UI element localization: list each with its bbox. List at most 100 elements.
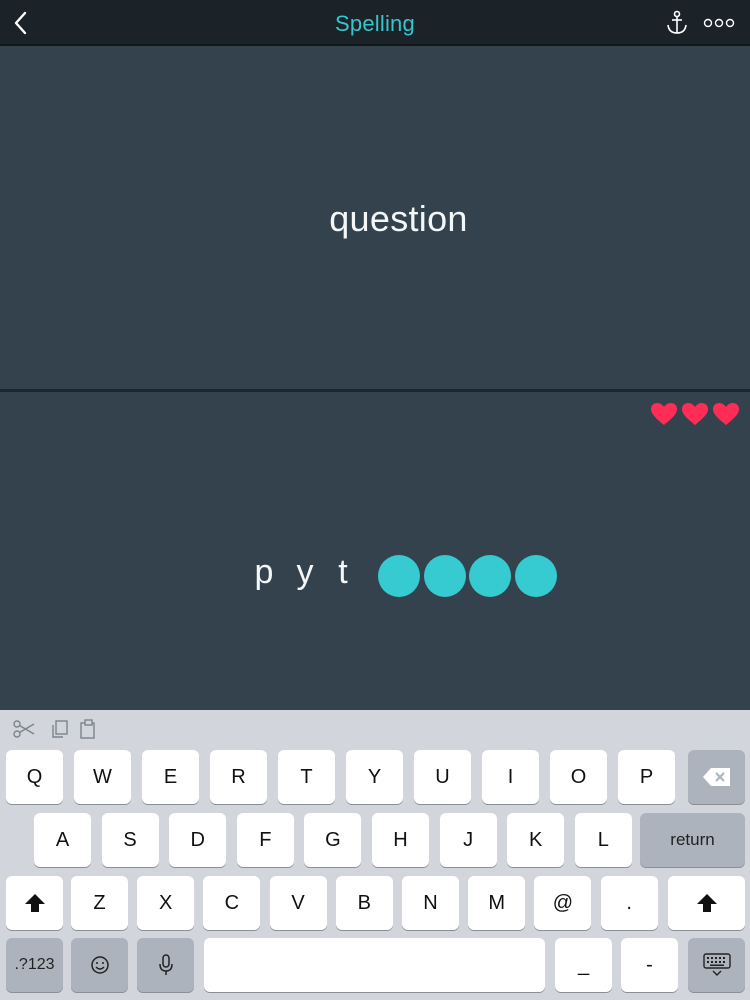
key-label: . (626, 891, 632, 914)
key-label: N (423, 891, 438, 914)
backspace-key[interactable] (688, 750, 745, 804)
key-y[interactable]: Y (346, 750, 403, 804)
hide-keyboard-key[interactable] (688, 938, 745, 992)
key-label: M (488, 891, 506, 914)
more-button[interactable] (703, 9, 735, 37)
keyboard-dismiss-icon (702, 953, 731, 976)
heart-icon (713, 403, 739, 425)
empty-letter-slot (469, 555, 511, 597)
paste-button[interactable] (76, 717, 100, 741)
key-e[interactable]: E (142, 750, 199, 804)
key-k[interactable]: K (507, 813, 565, 867)
emoji-icon (90, 956, 109, 974)
key-v[interactable]: V (269, 876, 327, 930)
key-at[interactable]: @ (534, 876, 592, 930)
empty-letter-slot (423, 555, 466, 597)
key-d[interactable]: D (169, 813, 227, 867)
backspace-icon (702, 768, 730, 786)
key-label: F (259, 828, 272, 851)
cut-button[interactable] (12, 717, 36, 741)
page-title: Spelling (335, 11, 415, 36)
shift-icon (696, 894, 717, 912)
return-key[interactable]: return (640, 813, 745, 867)
key-label: H (393, 828, 408, 851)
key-label: O (570, 765, 587, 788)
key-label: U (435, 765, 450, 788)
key-a[interactable]: A (34, 813, 91, 867)
key-label: - (646, 953, 653, 976)
typed-letter: t (338, 553, 348, 591)
microphone-icon (158, 954, 173, 975)
dictation-key[interactable] (137, 938, 194, 992)
key-label: K (529, 828, 543, 851)
heart-icon (682, 403, 708, 425)
shift-key-left[interactable] (6, 876, 63, 930)
heart-icon (651, 403, 677, 425)
key-label: T (300, 765, 313, 788)
copy-button[interactable] (48, 717, 72, 741)
empty-letter-slot (514, 555, 557, 597)
keyboard: Q W E R T Y U I O P A S D F G H J K Lreturn Z X C V B N M @. .?123 _… (0, 710, 750, 1000)
answer-row: pyt (0, 548, 750, 604)
key-label: I (507, 765, 514, 788)
key-s[interactable]: S (101, 813, 159, 867)
key-label: L (597, 828, 609, 851)
key-label: X (159, 891, 173, 914)
anchor-button[interactable] (663, 9, 691, 37)
key-label: Y (367, 765, 382, 788)
key-label: G (325, 828, 341, 851)
key-label: S (123, 828, 137, 851)
key-label: @ (552, 891, 574, 914)
key-label: J (463, 828, 474, 851)
key-label: .?123 (14, 956, 55, 973)
typed-letter: p (254, 553, 274, 591)
key-label: D (190, 828, 205, 851)
lives-indicator (650, 402, 742, 426)
key-w[interactable]: W (74, 750, 131, 804)
scissors-icon (13, 720, 35, 738)
key-h[interactable]: H (372, 813, 429, 867)
key-b[interactable]: B (335, 876, 393, 930)
key-x[interactable]: X (137, 876, 195, 930)
key-q[interactable]: Q (6, 750, 63, 804)
key-label: Q (26, 765, 43, 788)
key-label: Z (93, 891, 106, 914)
space-key[interactable] (204, 938, 545, 992)
key-j[interactable]: J (439, 813, 497, 867)
key-i[interactable]: I (482, 750, 539, 804)
typed-letter: y (296, 553, 314, 591)
key-n[interactable]: N (402, 876, 459, 930)
key-label: _ (577, 953, 590, 976)
key-label: R (231, 765, 246, 788)
shift-key-right[interactable] (668, 876, 745, 930)
key-z[interactable]: Z (71, 876, 128, 930)
nav-bar: Spelling (0, 0, 750, 46)
numbers-key[interactable]: .?123 (6, 938, 63, 992)
key-f[interactable]: F (236, 813, 294, 867)
paste-icon (80, 719, 95, 739)
key-underscore[interactable]: _ (555, 938, 612, 992)
key-label: W (93, 765, 112, 788)
prompt-word: question (329, 198, 468, 239)
key-dash[interactable]: - (621, 938, 678, 992)
key-p[interactable]: P (618, 750, 675, 804)
more-icon (703, 18, 735, 28)
key-t[interactable]: T (278, 750, 335, 804)
key-u[interactable]: U (414, 750, 471, 804)
shift-icon (24, 894, 45, 912)
key-label: C (224, 891, 240, 914)
key-o[interactable]: O (550, 750, 607, 804)
key-m[interactable]: M (468, 876, 526, 930)
key-c[interactable]: C (203, 876, 261, 930)
anchor-icon (667, 10, 687, 34)
key-label: P (639, 765, 654, 788)
key-g[interactable]: G (304, 813, 362, 867)
key-label: A (55, 828, 70, 851)
key-r[interactable]: R (210, 750, 267, 804)
key-label: return (670, 830, 715, 849)
emoji-key[interactable] (71, 938, 128, 992)
key-period[interactable]: . (600, 876, 658, 930)
key-l[interactable]: L (574, 813, 632, 867)
empty-letter-slot (378, 555, 420, 597)
copy-icon (52, 720, 68, 738)
